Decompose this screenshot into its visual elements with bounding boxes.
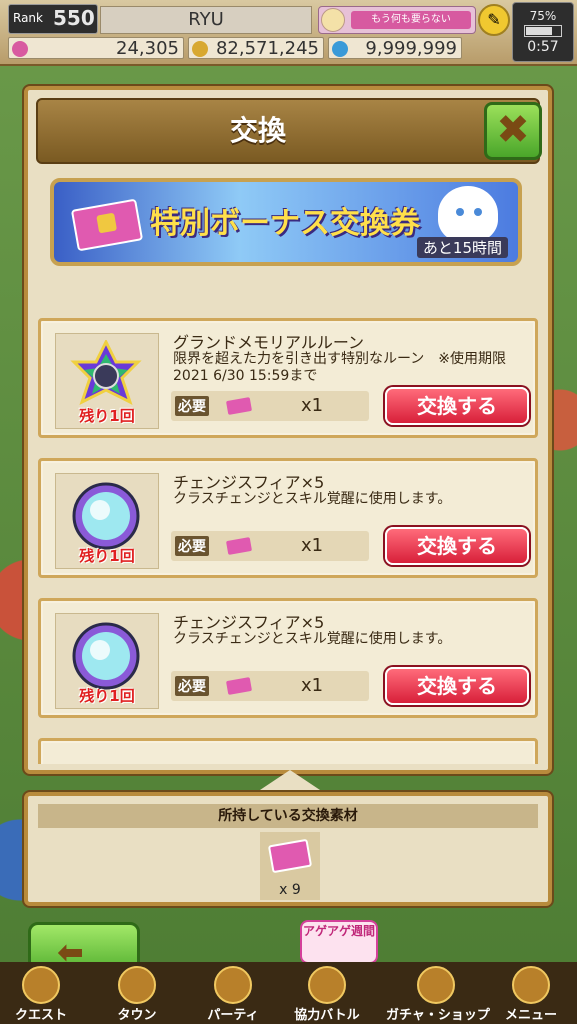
- event-badge[interactable]: アゲアゲ週間: [300, 920, 378, 964]
- requirement-label: 必要: [175, 396, 209, 416]
- modal-header: 交換 ✖: [36, 98, 542, 164]
- nav-label: 協力バトル: [294, 1008, 360, 1023]
- menu-icon: [512, 966, 550, 1004]
- status-message-text: もう何も要らない: [351, 11, 471, 29]
- nav-label: クエスト: [14, 1008, 67, 1023]
- item-thumbnail: 残り1回: [55, 333, 159, 429]
- panel-pointer: [254, 770, 326, 794]
- gem-counter: 24,305: [8, 37, 184, 59]
- banner-title: 特別ボーナス交換券: [150, 206, 420, 241]
- nav-party[interactable]: パーティ: [196, 966, 270, 1023]
- nav-gacha-shop[interactable]: ガチャ・ショップ: [386, 966, 490, 1023]
- remaining-count: 残り1回: [79, 547, 135, 565]
- rank-value: 550: [53, 6, 95, 30]
- item-name: グランドメモリアルルーン: [173, 333, 365, 352]
- battery-clock: 75% 0:57: [512, 2, 574, 62]
- requirement-label: 必要: [175, 676, 209, 696]
- rank-label: Rank: [13, 11, 43, 25]
- item-description: クラスチェンジとスキル覚醒に使用します。: [173, 631, 452, 647]
- stamina-amount: 9,999,999: [365, 38, 457, 59]
- banner-timer: あと15時間: [416, 237, 508, 258]
- requirement-qty: x1: [301, 395, 324, 416]
- ticket-icon: [267, 838, 313, 874]
- stamina-counter: 9,999,999: [328, 37, 462, 59]
- requirement-box: 必要 x1: [171, 531, 369, 561]
- battery-percent: 75%: [529, 9, 557, 23]
- exchange-button[interactable]: 交換する: [385, 387, 529, 425]
- nav-quest[interactable]: クエスト: [4, 966, 78, 1023]
- rune-star-icon: [70, 340, 142, 405]
- coop-battle-icon: [308, 966, 346, 1004]
- bottom-nav: クエスト タウン パーティ 協力バトル ガチャ・ショップ メニュー: [0, 962, 577, 1024]
- item-thumbnail: 残り1回: [55, 613, 159, 709]
- remaining-count: 残り1回: [79, 407, 135, 425]
- item-name: チェンジスフィア×5: [173, 473, 325, 492]
- party-icon: [214, 966, 252, 1004]
- cat-mascot-icon: [438, 186, 498, 242]
- ticket-icon: [225, 537, 253, 555]
- gem-icon: [12, 41, 28, 57]
- gold-coin-icon: [192, 41, 208, 57]
- owned-materials-header: 所持している交換素材: [38, 804, 538, 828]
- edit-pencil-icon[interactable]: ✎: [478, 4, 510, 36]
- list-item: 残り1回 チェンジスフィア×5 クラスチェンジとスキル覚醒に使用します。 必要 …: [38, 598, 538, 718]
- requirement-qty: x1: [301, 535, 324, 556]
- owned-materials-panel: 所持している交換素材 x 9: [24, 792, 552, 906]
- requirement-box: 必要 x1: [171, 671, 369, 701]
- exchange-list[interactable]: 残り1回 グランドメモリアルルーン 限界を超えた力を引き出す特別なルーン ※使用…: [36, 288, 540, 764]
- item-description: 限界を超えた力を引き出す特別なルーン ※使用期限 2021 6/30 15:59…: [173, 351, 507, 384]
- nav-coop-battle[interactable]: 協力バトル: [290, 966, 364, 1023]
- town-icon: [118, 966, 156, 1004]
- exchange-button[interactable]: 交換する: [385, 527, 529, 565]
- quest-icon: [22, 966, 60, 1004]
- sphere-icon: [72, 482, 140, 550]
- ticket-icon: [225, 397, 253, 415]
- gold-counter: 82,571,245: [188, 37, 324, 59]
- rank-box: Rank 550: [8, 4, 98, 34]
- drop-icon: [332, 41, 348, 57]
- ticket-icon: [225, 677, 253, 695]
- modal-title: 交換: [229, 114, 286, 147]
- sphere-icon: [72, 622, 140, 690]
- requirement-qty: x1: [301, 675, 324, 696]
- gem-amount: 24,305: [116, 38, 179, 59]
- ticket-icon: [70, 198, 144, 252]
- exchange-modal: 交換 ✖ 特別ボーナス交換券 あと15時間 残り1回 グランドメモリアルルーン …: [24, 86, 552, 774]
- clock: 0:57: [527, 39, 559, 55]
- list-item: 残り1回 グランドメモリアルルーン 限界を超えた力を引き出す特別なルーン ※使用…: [38, 318, 538, 438]
- gacha-shop-icon: [417, 966, 455, 1004]
- exchange-button[interactable]: 交換する: [385, 667, 529, 705]
- nav-label: ガチャ・ショップ: [386, 1008, 490, 1023]
- remaining-count: 残り1回: [79, 687, 135, 705]
- avatar: [321, 8, 345, 32]
- list-item: 残り1回 チェンジスフィア×5 クラスチェンジとスキル覚醒に使用します。 必要 …: [38, 458, 538, 578]
- owned-ticket-item: x 9: [260, 832, 320, 900]
- nav-label: パーティ: [207, 1008, 259, 1023]
- list-item: [38, 738, 538, 764]
- status-message[interactable]: もう何も要らない: [318, 6, 476, 34]
- owned-count: x 9: [279, 882, 301, 898]
- gold-amount: 82,571,245: [215, 38, 319, 59]
- item-description: クラスチェンジとスキル覚醒に使用します。: [173, 491, 452, 507]
- nav-label: メニュー: [504, 1008, 557, 1023]
- item-thumbnail: 残り1回: [55, 473, 159, 569]
- nav-menu[interactable]: メニュー: [494, 966, 568, 1023]
- item-name: チェンジスフィア×5: [173, 613, 325, 632]
- nav-label: タウン: [117, 1008, 157, 1023]
- close-button[interactable]: ✖: [484, 102, 542, 160]
- top-status-bar: Rank 550 RYU もう何も要らない ✎ 75% 0:57 24,305 …: [0, 0, 577, 66]
- requirement-box: 必要 x1: [171, 391, 369, 421]
- requirement-label: 必要: [175, 536, 209, 556]
- bonus-ticket-banner: 特別ボーナス交換券 あと15時間: [50, 178, 522, 266]
- battery-icon: [524, 25, 562, 37]
- nav-town[interactable]: タウン: [100, 966, 174, 1023]
- player-name[interactable]: RYU: [100, 6, 312, 34]
